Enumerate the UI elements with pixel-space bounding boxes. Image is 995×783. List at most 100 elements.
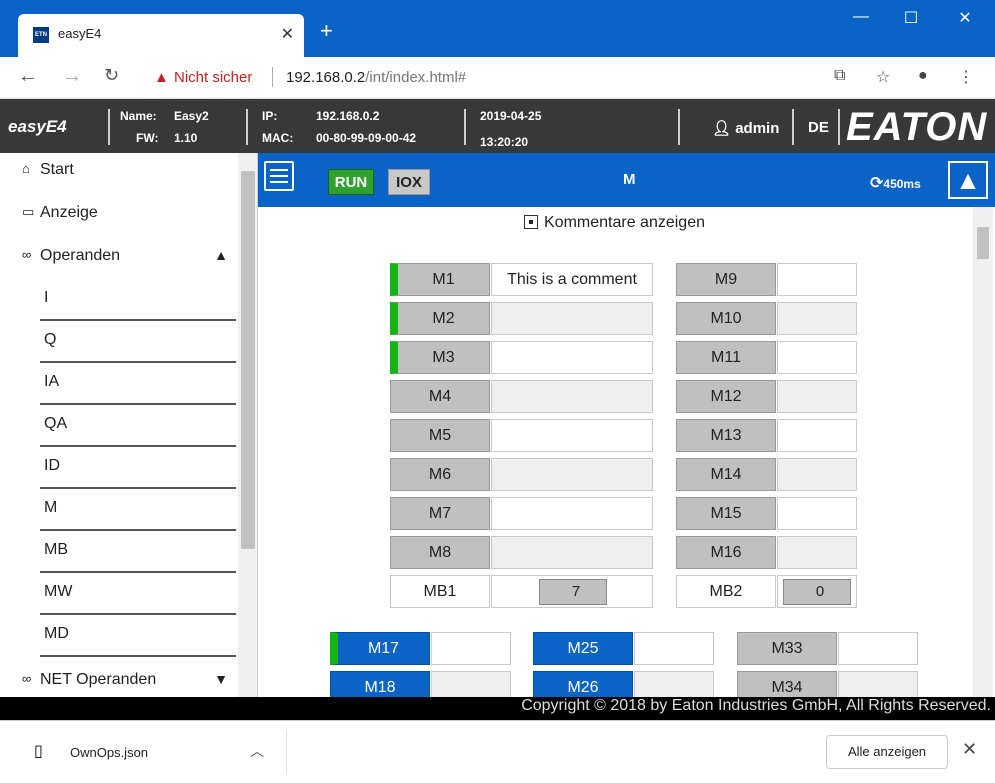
ip-label: IP: <box>262 109 278 123</box>
insecure-label[interactable]: Nicht sicher <box>174 69 252 86</box>
warning-icon: ▲ <box>154 69 169 86</box>
comment-field[interactable] <box>777 419 857 452</box>
marker-cell[interactable]: M12 <box>676 380 776 413</box>
chevron-up-icon[interactable]: ︿ <box>250 741 264 761</box>
marker-cell[interactable]: M7 <box>390 497 490 530</box>
comment-field[interactable] <box>777 497 857 530</box>
url-text[interactable]: 192.168.0.2/int/index.html# <box>286 69 466 86</box>
comment-field[interactable] <box>491 497 653 530</box>
mb-value-field[interactable]: 0 <box>783 579 851 605</box>
header-divider <box>246 109 248 145</box>
comment-field[interactable] <box>431 632 511 665</box>
comment-field[interactable] <box>491 458 653 491</box>
comment-field[interactable] <box>491 380 653 413</box>
refresh-interval[interactable]: ⟳450ms <box>870 173 921 193</box>
sidebar-subitem-i[interactable]: I <box>40 279 236 321</box>
content-scroll-thumb[interactable] <box>977 227 989 259</box>
name-value: Easy2 <box>174 109 209 123</box>
sidebar-subitem-qa[interactable]: QA <box>40 405 236 447</box>
fw-label: FW: <box>136 131 159 145</box>
minimize-icon[interactable]: — <box>846 8 876 26</box>
sidebar-subitem-id[interactable]: ID <box>40 447 236 489</box>
back-icon[interactable]: ← <box>18 65 38 88</box>
mb-label: MB1 <box>390 575 490 608</box>
run-button[interactable]: RUN <box>328 169 374 195</box>
bookmark-star-icon[interactable]: ☆ <box>876 67 890 87</box>
comment-field[interactable] <box>777 263 857 296</box>
browser-tab[interactable]: ETN easyE4 ✕ <box>18 14 304 57</box>
user-menu[interactable]: 👤︎ admin <box>712 119 779 137</box>
forward-icon[interactable]: → <box>62 65 82 88</box>
download-item[interactable]: OwnOps.json <box>70 745 148 760</box>
omnibox-divider <box>272 67 273 87</box>
hamburger-menu-icon[interactable] <box>264 161 294 191</box>
browser-titlebar: ETN easyE4 ✕ + — ☐ ✕ <box>0 0 995 57</box>
show-comments-checkbox[interactable] <box>524 215 538 229</box>
sidebar-item-net-operanden[interactable]: ∞ NET Operanden ▼ <box>0 663 236 697</box>
comment-field[interactable] <box>777 536 857 569</box>
monitor-icon: ▭ <box>22 204 35 219</box>
marker-cell[interactable]: M25 <box>533 632 633 665</box>
sidebar-subitem-m[interactable]: M <box>40 489 236 531</box>
iox-button[interactable]: IOX <box>388 169 430 195</box>
download-divider <box>286 729 287 775</box>
sidebar-item-anzeige[interactable]: ▭ Anzeige <box>0 196 236 238</box>
marker-cell[interactable]: M8 <box>390 536 490 569</box>
comment-field[interactable] <box>634 632 714 665</box>
marker-cell[interactable]: M3 <box>390 341 490 374</box>
sidebar-subitem-mw[interactable]: MW <box>40 573 236 615</box>
marker-cell[interactable]: M11 <box>676 341 776 374</box>
show-all-button[interactable]: Alle anzeigen <box>826 735 948 769</box>
sidebar-subitem-md[interactable]: MD <box>40 615 236 657</box>
scroll-up-button[interactable]: ▲ <box>948 161 988 199</box>
marker-cell[interactable]: M13 <box>676 419 776 452</box>
language-selector[interactable]: DE <box>808 119 829 136</box>
content-scrollbar[interactable] <box>973 207 993 697</box>
window-close-icon[interactable]: ✕ <box>950 8 980 28</box>
sidebar-item-operanden[interactable]: ∞ Operanden ▲ <box>0 239 236 281</box>
comment-field[interactable] <box>491 536 653 569</box>
sidebar-item-start[interactable]: ⌂ Start <box>0 153 236 195</box>
sidebar-scrollbar[interactable] <box>238 153 257 697</box>
sidebar-scroll-thumb[interactable] <box>241 171 255 549</box>
comment-field[interactable]: This is a comment <box>491 263 653 296</box>
close-shelf-icon[interactable]: ✕ <box>962 739 977 760</box>
new-tab-button[interactable]: + <box>320 20 333 42</box>
show-comments-toggle[interactable]: Kommentare anzeigen <box>524 213 705 232</box>
reload-icon[interactable]: ↻ <box>104 65 119 86</box>
marker-cell[interactable]: M4 <box>390 380 490 413</box>
sidebar-subitem-label: I <box>44 289 49 306</box>
marker-cell[interactable]: M1 <box>390 263 490 296</box>
sidebar-subitem-mb[interactable]: MB <box>40 531 236 573</box>
sidebar-subitem-q[interactable]: Q <box>40 321 236 363</box>
comment-field[interactable] <box>777 458 857 491</box>
comment-field[interactable] <box>838 632 918 665</box>
comment-field[interactable] <box>491 302 653 335</box>
tab-close-icon[interactable]: ✕ <box>281 24 294 44</box>
marker-cell[interactable]: M2 <box>390 302 490 335</box>
marker-cell[interactable]: M9 <box>676 263 776 296</box>
header-divider <box>792 109 794 145</box>
marker-cell[interactable]: M33 <box>737 632 837 665</box>
maximize-icon[interactable]: ☐ <box>896 8 926 28</box>
marker-cell[interactable]: M14 <box>676 458 776 491</box>
profile-icon[interactable]: ● <box>918 67 928 85</box>
marker-cell[interactable]: M16 <box>676 536 776 569</box>
comment-field[interactable] <box>491 341 653 374</box>
marker-cell[interactable]: M15 <box>676 497 776 530</box>
omnibox[interactable]: ▲ Nicht sicher 192.168.0.2/int/index.htm… <box>136 64 866 92</box>
marker-cell[interactable]: M6 <box>390 458 490 491</box>
comment-field[interactable] <box>777 302 857 335</box>
comment-field[interactable] <box>777 380 857 413</box>
brand-label: easyE4 <box>8 117 67 136</box>
comment-field[interactable] <box>777 341 857 374</box>
sidebar-subitem-label: MW <box>44 583 73 600</box>
menu-dots-icon[interactable]: ⋮ <box>958 67 974 87</box>
comment-field[interactable] <box>491 419 653 452</box>
sidebar-subitem-ia[interactable]: IA <box>40 363 236 405</box>
marker-cell[interactable]: M5 <box>390 419 490 452</box>
mb-value-field[interactable]: 7 <box>539 579 607 605</box>
translate-icon[interactable]: ⧉ <box>834 67 845 85</box>
marker-cell[interactable]: M17 <box>330 632 430 665</box>
marker-cell[interactable]: M10 <box>676 302 776 335</box>
